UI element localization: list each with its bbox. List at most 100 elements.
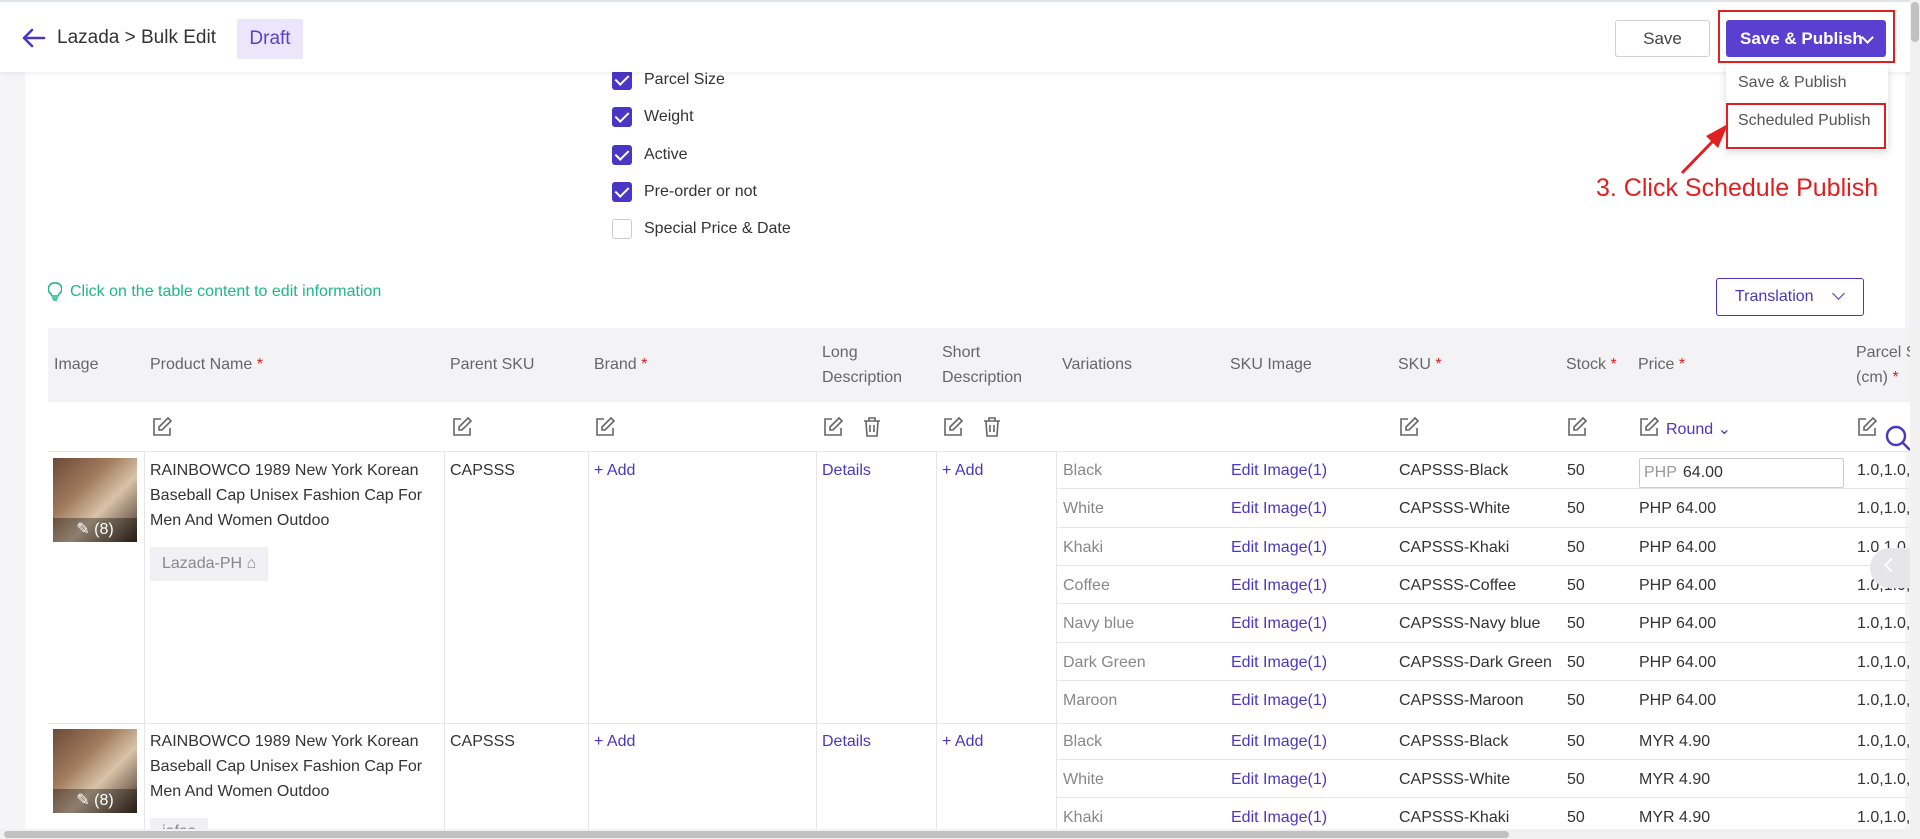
chevron-down-icon [1832, 287, 1845, 300]
sku-cell[interactable]: CAPSSS-Maroon [1399, 688, 1524, 713]
parcel-size-cell[interactable]: 1.0,1.0,1 [1857, 458, 1910, 483]
image-count[interactable]: ✎ (8) [53, 789, 137, 813]
price-cell[interactable]: MYR 4.90 [1639, 805, 1710, 830]
price-input[interactable]: PHP 64.00 [1639, 458, 1844, 488]
edit-icon[interactable] [594, 416, 616, 438]
parcel-size-cell[interactable]: 1.0,1.0,1 [1857, 496, 1910, 521]
menu-item-save-publish[interactable]: Save & Publish [1738, 74, 1847, 92]
add-short-description-link[interactable]: + Add [942, 458, 983, 483]
stock-cell[interactable]: 50 [1567, 767, 1585, 792]
product-image[interactable]: ✎ (8) [53, 458, 137, 542]
round-dropdown[interactable]: Round ⌄ [1666, 419, 1731, 439]
back-arrow-icon[interactable] [20, 24, 48, 52]
edit-icon[interactable] [151, 416, 173, 438]
trash-icon[interactable] [861, 416, 883, 438]
scrollbar-thumb[interactable] [1911, 2, 1919, 42]
stock-cell[interactable]: 50 [1567, 535, 1585, 560]
product-name[interactable]: RAINBOWCO 1989 New York Korean Baseball C… [150, 729, 440, 804]
field-option-special-price[interactable]: Special Price & Date [612, 218, 791, 240]
product-image[interactable]: ✎ (8) [53, 729, 137, 813]
edit-sku-image-link[interactable]: Edit Image(1) [1231, 611, 1327, 636]
checkbox-checked-icon[interactable] [612, 145, 632, 165]
stock-cell[interactable]: 50 [1567, 458, 1585, 483]
parcel-size-cell[interactable]: 1.0,1.0,1 [1857, 650, 1910, 675]
edit-sku-image-link[interactable]: Edit Image(1) [1231, 458, 1327, 483]
edit-icon[interactable] [1566, 416, 1588, 438]
price-cell[interactable]: PHP 64.00 [1639, 496, 1716, 521]
stock-cell[interactable]: 50 [1567, 573, 1585, 598]
sku-cell[interactable]: CAPSSS-White [1399, 767, 1510, 792]
column-divider [1056, 452, 1057, 839]
edit-icon[interactable] [451, 416, 473, 438]
edit-sku-image-link[interactable]: Edit Image(1) [1231, 688, 1327, 713]
edit-sku-image-link[interactable]: Edit Image(1) [1231, 767, 1327, 792]
add-short-description-link[interactable]: + Add [942, 729, 983, 754]
sku-cell[interactable]: CAPSSS-Coffee [1399, 573, 1516, 598]
stock-cell[interactable]: 50 [1567, 496, 1585, 521]
parcel-size-cell[interactable]: 1.0,1.0,1 [1857, 805, 1910, 830]
edit-sku-image-link[interactable]: Edit Image(1) [1231, 805, 1327, 830]
vertical-scrollbar[interactable] [1910, 0, 1920, 839]
edit-icon[interactable] [1638, 416, 1660, 438]
sku-cell[interactable]: CAPSSS-Black [1399, 729, 1508, 754]
checkbox-checked-icon[interactable] [612, 70, 632, 90]
add-brand-link[interactable]: + Add [594, 729, 635, 754]
parent-sku[interactable]: CAPSSS [450, 458, 515, 483]
long-description-link[interactable]: Details [822, 458, 871, 483]
edit-sku-image-link[interactable]: Edit Image(1) [1231, 729, 1327, 754]
stock-cell[interactable]: 50 [1567, 688, 1585, 713]
trash-icon[interactable] [981, 416, 1003, 438]
row-divider [1057, 526, 1920, 528]
variation-cell: Black [1063, 462, 1103, 479]
checkbox-checked-icon[interactable] [612, 182, 632, 202]
stock-cell[interactable]: 50 [1567, 805, 1585, 830]
parcel-size-cell[interactable]: 1.0,1.0,1 [1857, 767, 1910, 792]
field-option-pre-order[interactable]: Pre-order or not [612, 181, 757, 203]
field-option-weight[interactable]: Weight [612, 106, 694, 128]
sku-cell[interactable]: CAPSSS-White [1399, 496, 1510, 521]
long-description-link[interactable]: Details [822, 729, 871, 754]
product-name[interactable]: RAINBOWCO 1989 New York Korean Baseball C… [150, 458, 440, 533]
sku-cell[interactable]: CAPSSS-Khaki [1399, 535, 1509, 560]
edit-sku-image-link[interactable]: Edit Image(1) [1231, 650, 1327, 675]
parcel-size-cell[interactable]: 1.0,1.0,1 [1857, 688, 1910, 713]
save-button[interactable]: Save [1615, 20, 1710, 57]
translation-button[interactable]: Translation [1716, 278, 1864, 316]
sku-cell[interactable]: CAPSSS-Khaki [1399, 805, 1509, 830]
edit-icon[interactable] [822, 416, 844, 438]
sku-cell[interactable]: CAPSSS-Navy blue [1399, 611, 1540, 636]
edit-sku-image-link[interactable]: Edit Image(1) [1231, 573, 1327, 598]
price-cell[interactable]: MYR 4.90 [1639, 729, 1710, 754]
field-option-active[interactable]: Active [612, 144, 688, 166]
price-cell[interactable]: PHP 64.00 [1639, 535, 1716, 560]
price-cell[interactable]: PHP 64.00 [1639, 573, 1716, 598]
stock-cell[interactable]: 50 [1567, 729, 1585, 754]
sku-cell[interactable]: CAPSSS-Dark Green [1399, 650, 1552, 675]
stock-cell[interactable]: 50 [1567, 611, 1585, 636]
edit-sku-image-link[interactable]: Edit Image(1) [1231, 496, 1327, 521]
edit-icon[interactable] [1398, 416, 1420, 438]
horizontal-scrollbar[interactable] [0, 829, 1920, 839]
checkbox-checked-icon[interactable] [612, 107, 632, 127]
sku-cell[interactable]: CAPSSS-Black [1399, 458, 1508, 483]
price-cell[interactable]: MYR 4.90 [1639, 767, 1710, 792]
field-option-parcel-size[interactable]: Parcel Size [612, 69, 725, 91]
search-icon[interactable] [1884, 424, 1912, 452]
price-cell[interactable]: PHP 64.00 [1639, 688, 1716, 713]
variation-cell: Dark Green [1063, 653, 1146, 671]
parcel-size-cell[interactable]: 1.0,1.0,1 [1857, 729, 1910, 754]
parcel-size-cell[interactable]: 1.0,1.0,1 [1857, 611, 1910, 636]
chevron-left-icon [1883, 557, 1899, 573]
price-cell[interactable]: PHP 64.00 [1639, 611, 1716, 636]
edit-sku-image-link[interactable]: Edit Image(1) [1231, 535, 1327, 560]
image-count[interactable]: ✎ (8) [53, 518, 137, 542]
price-cell[interactable]: PHP 64.00 [1639, 650, 1716, 675]
parent-sku[interactable]: CAPSSS [450, 729, 515, 754]
scrollbar-thumb[interactable] [4, 831, 1509, 838]
edit-icon[interactable] [942, 416, 964, 438]
stock-cell[interactable]: 50 [1567, 650, 1585, 675]
collapse-panel-button[interactable] [1870, 548, 1912, 588]
add-brand-link[interactable]: + Add [594, 458, 635, 483]
checkbox-unchecked-icon[interactable] [612, 219, 632, 239]
edit-icon[interactable] [1856, 416, 1878, 438]
